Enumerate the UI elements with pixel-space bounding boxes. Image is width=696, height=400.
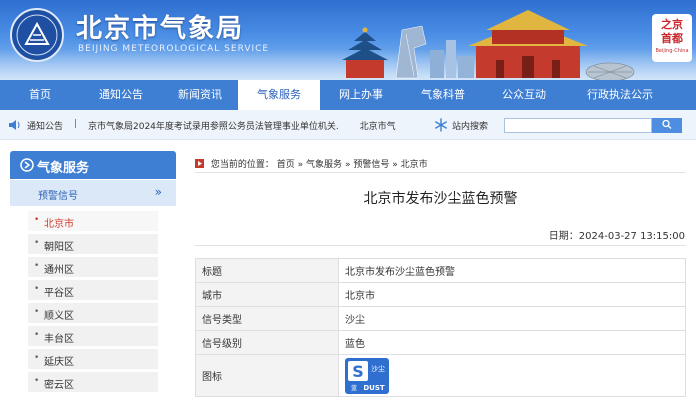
district-label: 顺义区 (44, 311, 74, 322)
district-label: 朝阳区 (44, 242, 74, 253)
search-button[interactable] (652, 118, 682, 133)
sidebar-item-label: 预警信号 (38, 191, 78, 202)
district-item-shunyi[interactable]: • 顺义区 (28, 303, 158, 323)
breadcrumb-home[interactable]: 首页 (277, 160, 295, 170)
nav-online-services[interactable]: 网上办事 (320, 80, 402, 110)
article-title: 北京市发布沙尘蓝色预警 (363, 191, 518, 207)
search-input[interactable] (504, 118, 652, 133)
sidebar-title: 气象服务 (37, 161, 90, 176)
notice-label: 通知公告 (27, 122, 64, 132)
table-value: S 沙尘 蓝 DUST (338, 354, 686, 397)
district-item-pinggu[interactable]: • 平谷区 (28, 280, 158, 300)
nav-weather-services[interactable]: 气象服务 (238, 80, 320, 110)
snowflake-icon (435, 118, 447, 132)
district-label: 通州区 (44, 265, 74, 276)
main-nav: 首页 通知公告 新闻资讯 气象服务 网上办事 气象科普 公众互动 行政执法公示 (0, 80, 696, 110)
breadcrumb-prefix: 您当前的位置： (210, 160, 274, 170)
nav-enforcement[interactable]: 行政执法公示 (564, 80, 676, 110)
bullet-icon: • (34, 238, 40, 248)
chevron-right-icon: » (154, 185, 162, 199)
warning-info-table: 标题 北京市发布沙尘蓝色预警 城市 北京市 信号类型 沙尘 信号级别 蓝色 图标… (195, 258, 686, 397)
breadcrumb-separator: » (392, 160, 398, 170)
table-value: 北京市发布沙尘蓝色预警 (338, 258, 686, 283)
notice-separator: | (74, 119, 78, 129)
badge-line-2: 首都 (661, 32, 683, 45)
breadcrumb: 您当前的位置： 首页 » 气象服务 » 预警信号 » 北京市 (195, 157, 428, 170)
table-value: 蓝色 (338, 330, 686, 355)
district-item-chaoyang[interactable]: • 朝阳区 (28, 234, 158, 254)
table-row: 城市 北京市 (195, 282, 686, 307)
site-title-en: BEIJING METEOROLOGICAL SERVICE (78, 44, 270, 54)
search-label: 站内搜索 (452, 122, 489, 132)
bullet-icon: • (34, 261, 40, 271)
table-row: 信号类型 沙尘 (195, 306, 686, 331)
nav-home[interactable]: 首页 (0, 80, 80, 110)
breadcrumb-current[interactable]: 北京市 (401, 160, 428, 170)
sidebar-header: 气象服务 (10, 151, 176, 179)
table-row: 标题 北京市发布沙尘蓝色预警 (195, 258, 686, 283)
district-item-miyun[interactable]: • 密云区 (28, 372, 158, 392)
district-list: • 北京市 • 朝阳区 • 通州区 • 平谷区 • 顺义区 • 丰台区 • 延庆… (28, 211, 158, 395)
beijing-landmarks-illustration (342, 10, 635, 80)
breadcrumb-weather-services[interactable]: 气象服务 (306, 160, 342, 170)
breadcrumb-divider (195, 172, 686, 173)
location-icon (195, 159, 204, 168)
table-value: 北京市 (338, 282, 686, 307)
beijing-badge: 之京 首都 Beijing-China (652, 14, 692, 62)
breadcrumb-separator: » (344, 160, 351, 170)
table-key: 图标 (195, 354, 339, 397)
nav-science[interactable]: 气象科普 (402, 80, 484, 110)
badge-line-1: 之京 (661, 18, 683, 31)
district-label: 平谷区 (44, 288, 74, 299)
icon-en: DUST (363, 384, 385, 392)
notice-item[interactable]: 北京市气 (360, 122, 396, 131)
bullet-icon: • (34, 215, 40, 225)
table-key: 城市 (195, 282, 339, 307)
bullet-icon: • (34, 353, 40, 363)
nav-news[interactable]: 新闻资讯 (162, 80, 238, 110)
district-label: 密云区 (44, 380, 74, 391)
table-value: 沙尘 (338, 306, 686, 331)
table-key: 信号类型 (195, 306, 339, 331)
notice-item[interactable]: 京市气象局2024年度考试录用参照公务员法管理事业单位机关. (88, 122, 339, 131)
district-item-yanqing[interactable]: • 延庆区 (28, 349, 158, 369)
nav-notices[interactable]: 通知公告 (80, 80, 162, 110)
badge-en: Beijing-China (655, 48, 689, 54)
breadcrumb-warning-signals[interactable]: 预警信号 (353, 160, 389, 170)
district-item-beijing[interactable]: • 北京市 (28, 211, 158, 231)
notice-ticker: 京市气象局2024年度考试录用参照公务员法管理事业单位机关. 北京市气 (88, 119, 424, 131)
sidebar-header-icon (20, 158, 34, 172)
table-row: 信号级别 蓝色 (195, 330, 686, 355)
nav-interaction[interactable]: 公众互动 (484, 80, 564, 110)
dust-warning-icon: S 沙尘 蓝 DUST (345, 357, 389, 394)
notice-bar: 通知公告 | 京市气象局2024年度考试录用参照公务员法管理事业单位机关. 北京… (0, 110, 696, 140)
site-logo[interactable] (10, 8, 64, 62)
speaker-icon (9, 120, 20, 130)
article-date: 日期：2024-03-27 13:15:00 (548, 231, 685, 242)
logo-emblem-icon (16, 14, 58, 56)
bullet-icon: • (34, 330, 40, 340)
breadcrumb-separator: » (297, 160, 304, 170)
bullet-icon: • (34, 307, 40, 317)
table-row: 图标 S 沙尘 蓝 DUST (195, 354, 686, 397)
district-item-tongzhou[interactable]: • 通州区 (28, 257, 158, 277)
district-label: 丰台区 (44, 334, 74, 345)
icon-cn: 沙尘 (371, 364, 385, 373)
table-key: 标题 (195, 258, 339, 283)
district-item-fengtai[interactable]: • 丰台区 (28, 326, 158, 346)
icon-letter: S (352, 362, 364, 381)
district-label: 北京市 (44, 219, 74, 230)
sidebar-item-warning-signals[interactable]: 预警信号 » (10, 180, 176, 206)
bullet-icon: • (34, 284, 40, 294)
district-label: 延庆区 (44, 357, 74, 368)
site-title: 北京市气象局 (76, 14, 245, 44)
table-key: 信号级别 (195, 330, 339, 355)
date-divider (195, 245, 686, 246)
icon-cn-small: 蓝 (351, 384, 357, 392)
search-icon (662, 119, 672, 129)
bullet-icon: • (34, 376, 40, 386)
header-banner: 北京市气象局 BEIJING METEOROLOGICAL SERVICE 之京… (0, 0, 696, 80)
